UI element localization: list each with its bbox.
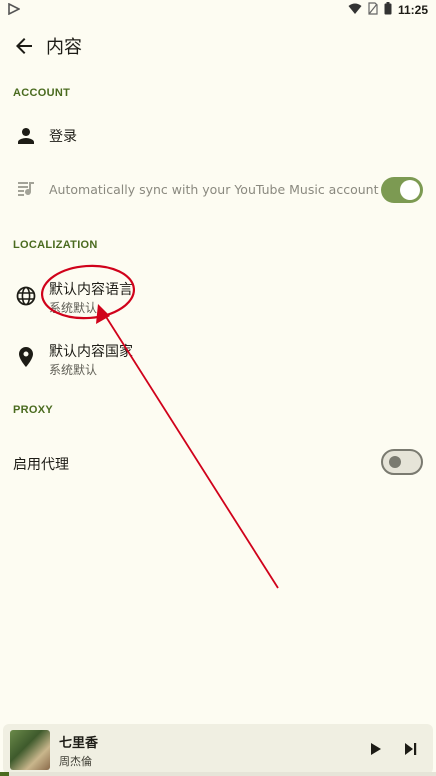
clock: 11:25	[397, 3, 428, 17]
sync-row[interactable]: Automatically sync with your YouTube Mus…	[0, 166, 436, 214]
page-title: 内容	[46, 37, 82, 58]
battery-icon	[384, 2, 392, 18]
content-country-value: 系统默认	[49, 363, 98, 377]
top-app-bar: 内容	[0, 26, 436, 66]
content-country-row[interactable]: 默认内容国家 系统默认	[0, 333, 436, 381]
content-language-row[interactable]: 默认内容语言 系统默认	[0, 272, 436, 320]
music-sync-icon	[14, 178, 38, 202]
enable-proxy-row[interactable]: 启用代理	[0, 438, 436, 486]
mini-player[interactable]: 七里香 周杰倫	[3, 724, 433, 774]
sim-icon	[368, 2, 378, 18]
login-label: 登录	[49, 129, 77, 145]
content-country-label: 默认内容国家	[49, 344, 133, 360]
section-header-proxy: PROXY	[13, 404, 54, 416]
sync-label: Automatically sync with your YouTube Mus…	[49, 182, 379, 197]
playback-progress	[0, 772, 436, 776]
wifi-icon	[348, 3, 362, 18]
album-art	[10, 730, 50, 770]
login-row[interactable]: 登录	[0, 112, 436, 160]
location-pin-icon	[14, 345, 38, 369]
content-language-value: 系统默认	[49, 301, 98, 315]
song-title: 七里香	[59, 736, 99, 751]
play-icon[interactable]	[365, 739, 385, 759]
status-bar: 11:25	[0, 0, 436, 20]
playback-progress-fill	[0, 772, 9, 776]
enable-proxy-label: 启用代理	[13, 457, 69, 473]
globe-icon	[14, 284, 38, 308]
section-header-account: ACCOUNT	[13, 87, 71, 99]
skip-next-icon[interactable]	[401, 739, 421, 759]
proxy-toggle[interactable]	[381, 449, 423, 475]
section-header-localization: LOCALIZATION	[13, 239, 98, 251]
toggle-knob	[389, 456, 401, 468]
toggle-knob	[400, 180, 420, 200]
play-store-icon	[8, 2, 21, 18]
sync-toggle[interactable]	[381, 177, 423, 203]
person-icon	[14, 124, 38, 148]
back-arrow-icon[interactable]	[12, 34, 36, 58]
content-language-label: 默认内容语言	[49, 282, 133, 298]
song-artist: 周杰倫	[59, 755, 92, 768]
